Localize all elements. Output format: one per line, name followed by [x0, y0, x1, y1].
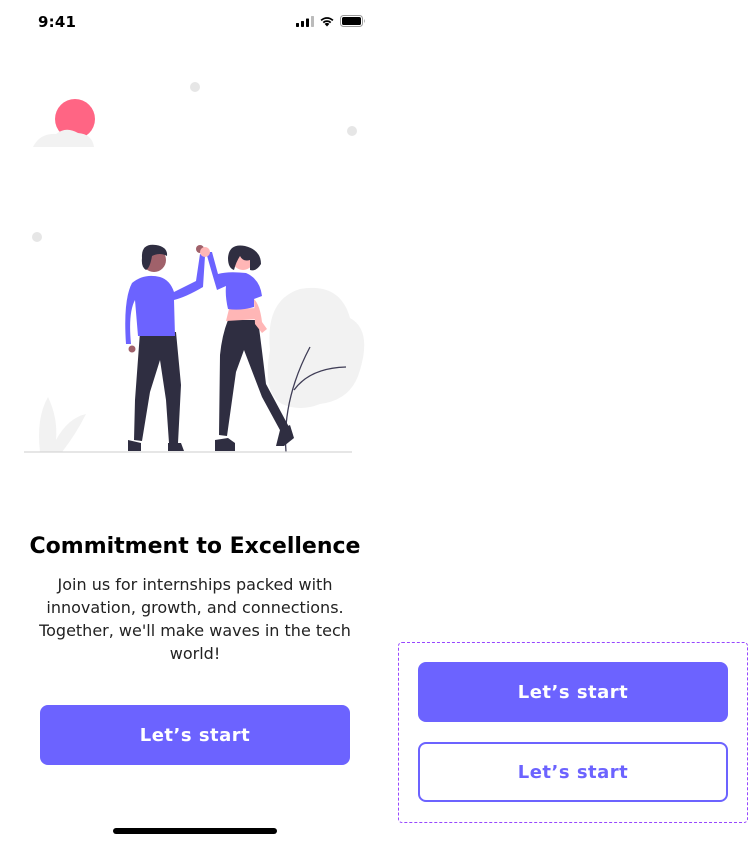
status-bar: 9:41 — [0, 0, 390, 44]
home-indicator — [113, 828, 277, 834]
decor-dot — [32, 232, 42, 242]
decor-dot — [347, 126, 357, 136]
battery-icon — [340, 15, 365, 27]
bush-icon — [267, 287, 365, 408]
wifi-icon — [320, 17, 334, 27]
status-time: 9:41 — [38, 13, 77, 31]
plant-icon — [39, 397, 86, 452]
lets-start-button-outline-variant[interactable]: Let’s start — [418, 742, 728, 802]
cellular-signal-icon — [296, 15, 314, 27]
high-five-illustration — [24, 82, 365, 453]
lets-start-button[interactable]: Let’s start — [40, 705, 350, 765]
onboarding-description: Join us for internships packed with inno… — [39, 575, 351, 663]
status-icons — [296, 15, 366, 27]
onboarding-title: Commitment to Excellence — [29, 534, 361, 559]
lets-start-button-primary-variant[interactable]: Let’s start — [418, 662, 728, 722]
decor-dot — [190, 82, 200, 92]
onboarding-screen: 9:41 Commitment to Excellence Join us fo… — [0, 0, 390, 844]
man-figure — [125, 244, 205, 451]
